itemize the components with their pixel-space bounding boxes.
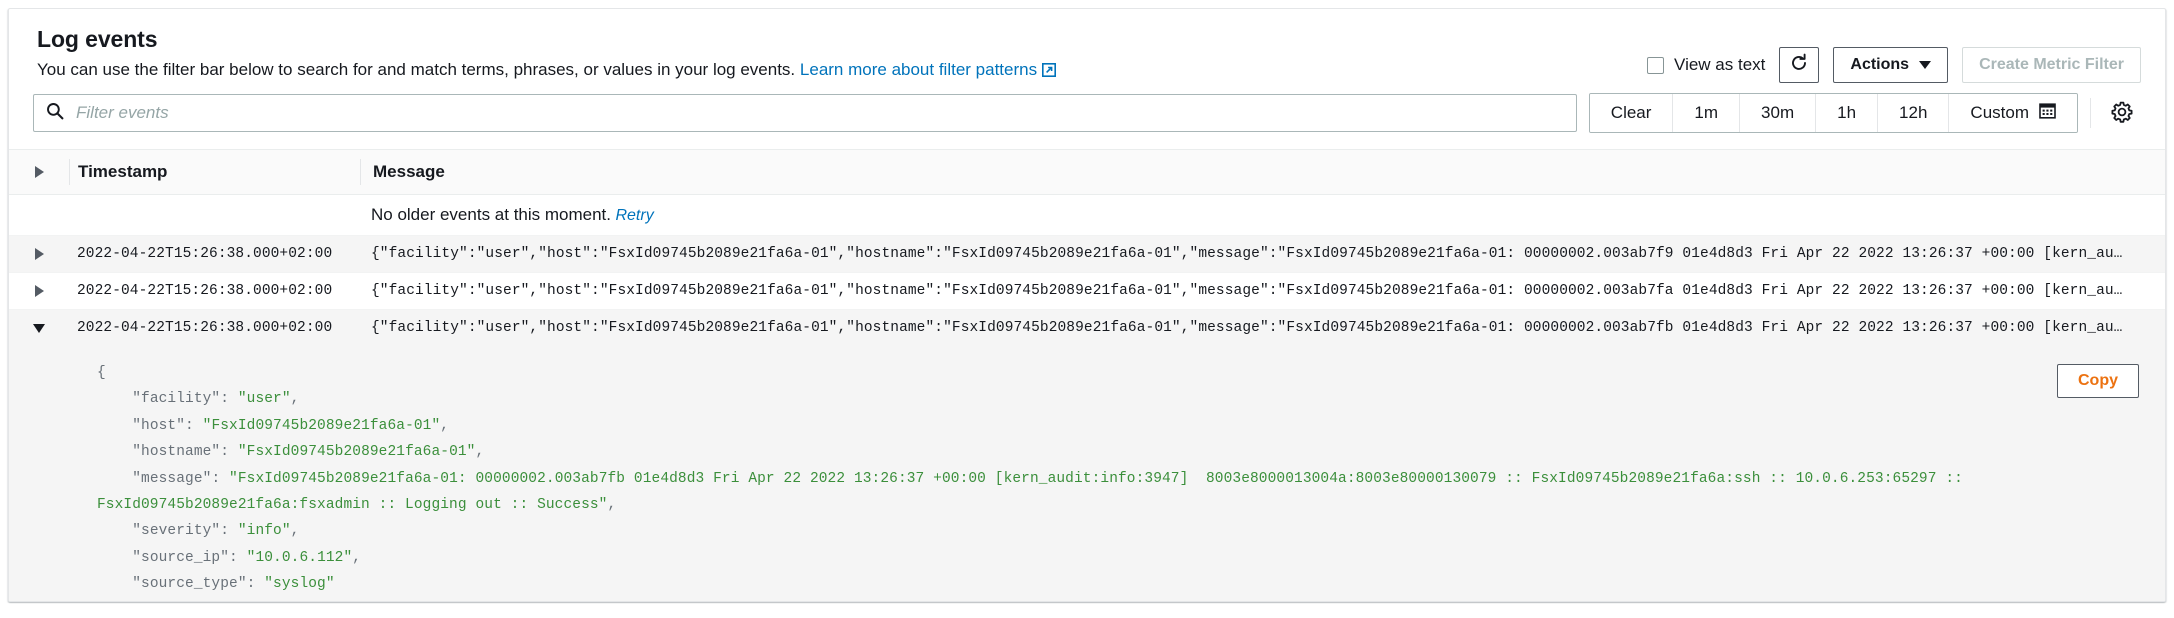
actions-button[interactable]: Actions — [1833, 47, 1949, 83]
chevron-right-icon — [34, 248, 44, 260]
row-timestamp: 2022-04-22T15:26:38.000+02:00 — [77, 283, 333, 299]
table-row[interactable]: 2022-04-22T15:26:38.000+02:00 {"facility… — [9, 235, 2165, 272]
learn-more-label: Learn more about filter patterns — [799, 60, 1038, 80]
search-input[interactable] — [74, 102, 1564, 124]
create-metric-filter-button[interactable]: Create Metric Filter — [1962, 47, 2141, 83]
filter-toolbar: Clear 1m 30m 1h 12h Custom — [9, 93, 2165, 149]
row-expand-toggle[interactable] — [9, 248, 69, 260]
copy-button[interactable]: Copy — [2057, 364, 2139, 398]
learn-more-link[interactable]: Learn more about filter patterns — [799, 60, 1057, 82]
range-custom-button[interactable]: Custom — [1949, 94, 2077, 132]
range-clear-button[interactable]: Clear — [1589, 94, 1674, 132]
chevron-down-icon — [33, 323, 45, 333]
column-header-timestamp[interactable]: Timestamp — [70, 162, 360, 182]
row-collapse-toggle[interactable] — [9, 323, 69, 333]
retry-link[interactable]: Retry — [615, 207, 653, 224]
log-events-table: Timestamp Message No older events at thi… — [9, 149, 2165, 601]
older-events-notice: No older events at this moment. Retry — [359, 205, 2165, 225]
settings-button[interactable] — [2105, 96, 2139, 130]
row-message: {"facility":"user","host":"FsxId09745b20… — [371, 246, 2123, 262]
expand-all-toggle[interactable] — [9, 166, 69, 178]
table-header-row: Timestamp Message — [9, 149, 2165, 195]
external-link-icon — [1042, 61, 1057, 82]
actions-label: Actions — [1850, 56, 1910, 73]
range-12h-button[interactable]: 12h — [1878, 94, 1950, 132]
row-timestamp: 2022-04-22T15:26:38.000+02:00 — [77, 246, 333, 262]
refresh-icon — [1789, 53, 1809, 78]
older-notice-text: No older events at this moment. — [371, 205, 612, 224]
gear-icon — [2110, 100, 2134, 127]
chevron-right-icon — [34, 285, 44, 297]
row-message: {"facility":"user","host":"FsxId09745b20… — [371, 320, 2123, 336]
range-1h-button[interactable]: 1h — [1816, 94, 1879, 132]
table-row[interactable]: 2022-04-22T15:26:38.000+02:00 {"facility… — [9, 309, 2165, 346]
calendar-icon — [2039, 102, 2056, 124]
toolbar-divider — [2090, 98, 2091, 128]
view-as-text-checkbox[interactable]: View as text — [1647, 55, 1765, 75]
search-icon — [46, 102, 64, 125]
log-events-panel: Log events You can use the filter bar be… — [8, 8, 2166, 602]
create-metric-filter-label: Create Metric Filter — [1979, 56, 2124, 73]
chevron-right-icon — [34, 166, 44, 178]
refresh-button[interactable] — [1779, 47, 1820, 83]
range-1m-button[interactable]: 1m — [1673, 94, 1741, 132]
filter-events-box[interactable] — [33, 94, 1577, 132]
checkbox-icon — [1647, 56, 1665, 74]
range-30m-button[interactable]: 30m — [1740, 94, 1817, 132]
log-events-screen: Log events You can use the filter bar be… — [0, 0, 2174, 618]
header-actions: View as text Actions Create Metric Filte… — [1647, 47, 2141, 83]
event-json: { "facility": "user", "host": "FsxId0974… — [97, 365, 1972, 592]
row-expand-toggle[interactable] — [9, 285, 69, 297]
timestamp-header-label: Timestamp — [78, 162, 168, 181]
column-header-message[interactable]: Message — [361, 162, 2165, 182]
view-as-text-label: View as text — [1674, 55, 1766, 74]
row-message: {"facility":"user","host":"FsxId09745b20… — [371, 283, 2123, 299]
message-header-label: Message — [373, 162, 445, 181]
time-range-group: Clear 1m 30m 1h 12h Custom — [1588, 93, 2078, 133]
chevron-down-icon — [1919, 61, 1932, 69]
range-custom-label: Custom — [1970, 103, 2029, 122]
description-text: You can use the filter bar below to sear… — [37, 60, 796, 80]
event-detail-panel: Copy { "facility": "user", "host": "FsxI… — [9, 346, 2165, 601]
older-events-notice-row: No older events at this moment. Retry — [9, 195, 2165, 235]
table-row[interactable]: 2022-04-22T15:26:38.000+02:00 {"facility… — [9, 272, 2165, 309]
row-timestamp: 2022-04-22T15:26:38.000+02:00 — [77, 320, 333, 336]
panel-header: Log events You can use the filter bar be… — [9, 9, 2165, 93]
